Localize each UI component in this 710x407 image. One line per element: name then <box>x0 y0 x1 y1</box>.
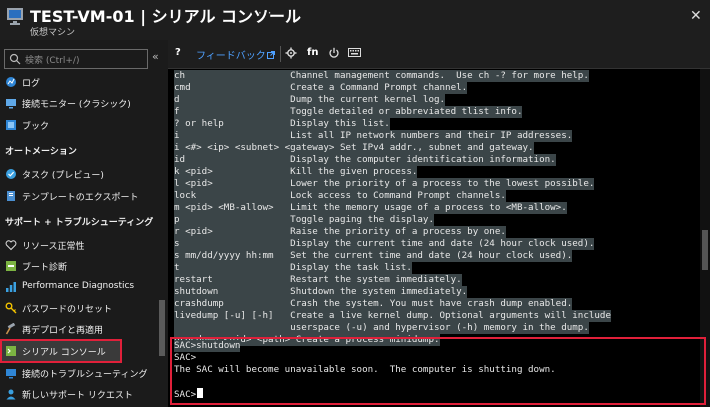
workbook-icon <box>6 120 16 130</box>
sidebar-item-performance-diagnostics[interactable]: Performance Diagnostics <box>0 277 156 297</box>
troubleshoot-icon <box>6 369 16 379</box>
help-line: k <pid> Kill the given process. <box>174 166 418 178</box>
key-icon <box>5 302 17 314</box>
feedback-link[interactable]: フィードバック <box>196 47 275 62</box>
toolbar-divider <box>280 46 281 62</box>
help-line: crashdump Crash the system. You must hav… <box>174 298 573 310</box>
highlight-box <box>170 337 706 405</box>
sidebar-item-reset-password[interactable]: パスワードのリセット <box>0 298 156 318</box>
help-line: ? or help Display this list. <box>174 118 390 130</box>
sidebar-item-boot-diagnostics[interactable]: ブート診断 <box>0 256 156 276</box>
help-line: m <pid> <MB-allow> Limit the memory usag… <box>174 202 567 214</box>
external-link-icon <box>266 51 275 59</box>
search-placeholder: 検索 (Ctrl+/) <box>25 56 80 66</box>
help-line: userspace (-u) and hypervisor (-h) memor… <box>174 322 589 334</box>
heart-icon <box>5 240 17 251</box>
help-line: l <pid> Lower the priority of a process … <box>174 178 595 190</box>
virtual-machine-icon <box>7 8 23 25</box>
help-line: d Dump the current kernel log. <box>174 94 446 106</box>
serial-console-icon <box>6 346 16 356</box>
sidebar-item-serial-console[interactable]: シリアル コンソール <box>0 339 122 363</box>
close-button[interactable]: ✕ <box>690 8 702 24</box>
console-toolbar: ? フィードバック fn <box>168 40 710 69</box>
log-icon <box>6 77 16 87</box>
search-icon <box>9 53 21 65</box>
sidebar-item-tasks[interactable]: タスク (プレビュー) <box>0 164 156 184</box>
power-icon[interactable] <box>328 47 340 59</box>
help-line: t Display the task list. <box>174 262 412 274</box>
help-line: restart Restart the system immediately. <box>174 274 462 286</box>
performance-icon <box>6 282 16 292</box>
blade-header: TEST-VM-01 | シリアル コンソール ··· 仮想マシン ✕ <box>0 0 710 40</box>
fn-button[interactable]: fn <box>307 47 318 58</box>
help-line: i List all IP network numbers and their … <box>174 130 573 142</box>
help-button[interactable]: ? <box>175 47 181 58</box>
help-line: shutdown Shutdown the system immediately… <box>174 286 468 298</box>
sidebar-item-logs[interactable]: ログ <box>0 72 156 92</box>
sidebar-scrollbar-thumb[interactable] <box>159 300 165 356</box>
section-automation: オートメーション <box>5 147 77 157</box>
help-line: lock Lock access to Command Prompt chann… <box>174 190 506 202</box>
help-line: livedump [-u] [-h] Create a live kernel … <box>174 310 611 322</box>
task-icon <box>6 169 16 179</box>
sidebar-item-resource-health[interactable]: リソース正常性 <box>0 235 156 255</box>
help-line: s Display the current time and date (24 … <box>174 238 595 250</box>
search-input[interactable]: 検索 (Ctrl+/) <box>4 49 148 69</box>
sidebar-item-redeploy[interactable]: 再デプロイと再適用 <box>0 319 156 339</box>
help-line: p Toggle paging the display. <box>174 214 434 226</box>
section-support-troubleshooting: サポート + トラブルシューティング <box>5 218 154 228</box>
sidebar-item-connection-troubleshoot[interactable]: 接続のトラブルシューティング <box>0 363 156 383</box>
boot-diagnostics-icon <box>6 261 16 271</box>
help-line: cmd Create a Command Prompt channel. <box>174 82 468 94</box>
sidebar-item-connection-monitor[interactable]: 接続モニター (クラシック) <box>0 93 156 113</box>
connection-monitor-icon <box>6 99 16 109</box>
export-template-icon <box>7 191 15 201</box>
help-line: id Display the computer identification i… <box>174 154 556 166</box>
help-line: r <pid> Raise the priority of a process … <box>174 226 506 238</box>
page-subtitle: 仮想マシン <box>30 28 76 38</box>
help-line: s mm/dd/yyyy hh:mm Set the current time … <box>174 250 573 262</box>
gear-icon[interactable] <box>285 47 297 59</box>
sidebar-item-workbooks[interactable]: ブック <box>0 115 156 135</box>
help-line: i <#> <ip> <subnet> <gateway> Set IPv4 a… <box>174 142 534 154</box>
help-line: ch Channel management commands. Use ch -… <box>174 70 589 82</box>
sidebar-item-export-template[interactable]: テンプレートのエクスポート <box>0 186 156 206</box>
support-icon <box>6 389 16 400</box>
help-line: f Toggle detailed or abbreviated tlist i… <box>174 106 523 118</box>
more-options-button[interactable]: ··· <box>258 6 272 20</box>
keyboard-icon[interactable] <box>348 47 361 58</box>
terminal-scrollbar-thumb[interactable] <box>702 230 708 270</box>
hammer-icon <box>5 323 16 335</box>
sidebar-item-new-support-request[interactable]: 新しいサポート リクエスト <box>0 384 156 404</box>
resource-menu: 検索 (Ctrl+/) « ログ 接続モニター (クラシック) ブック オートメ… <box>0 40 168 407</box>
